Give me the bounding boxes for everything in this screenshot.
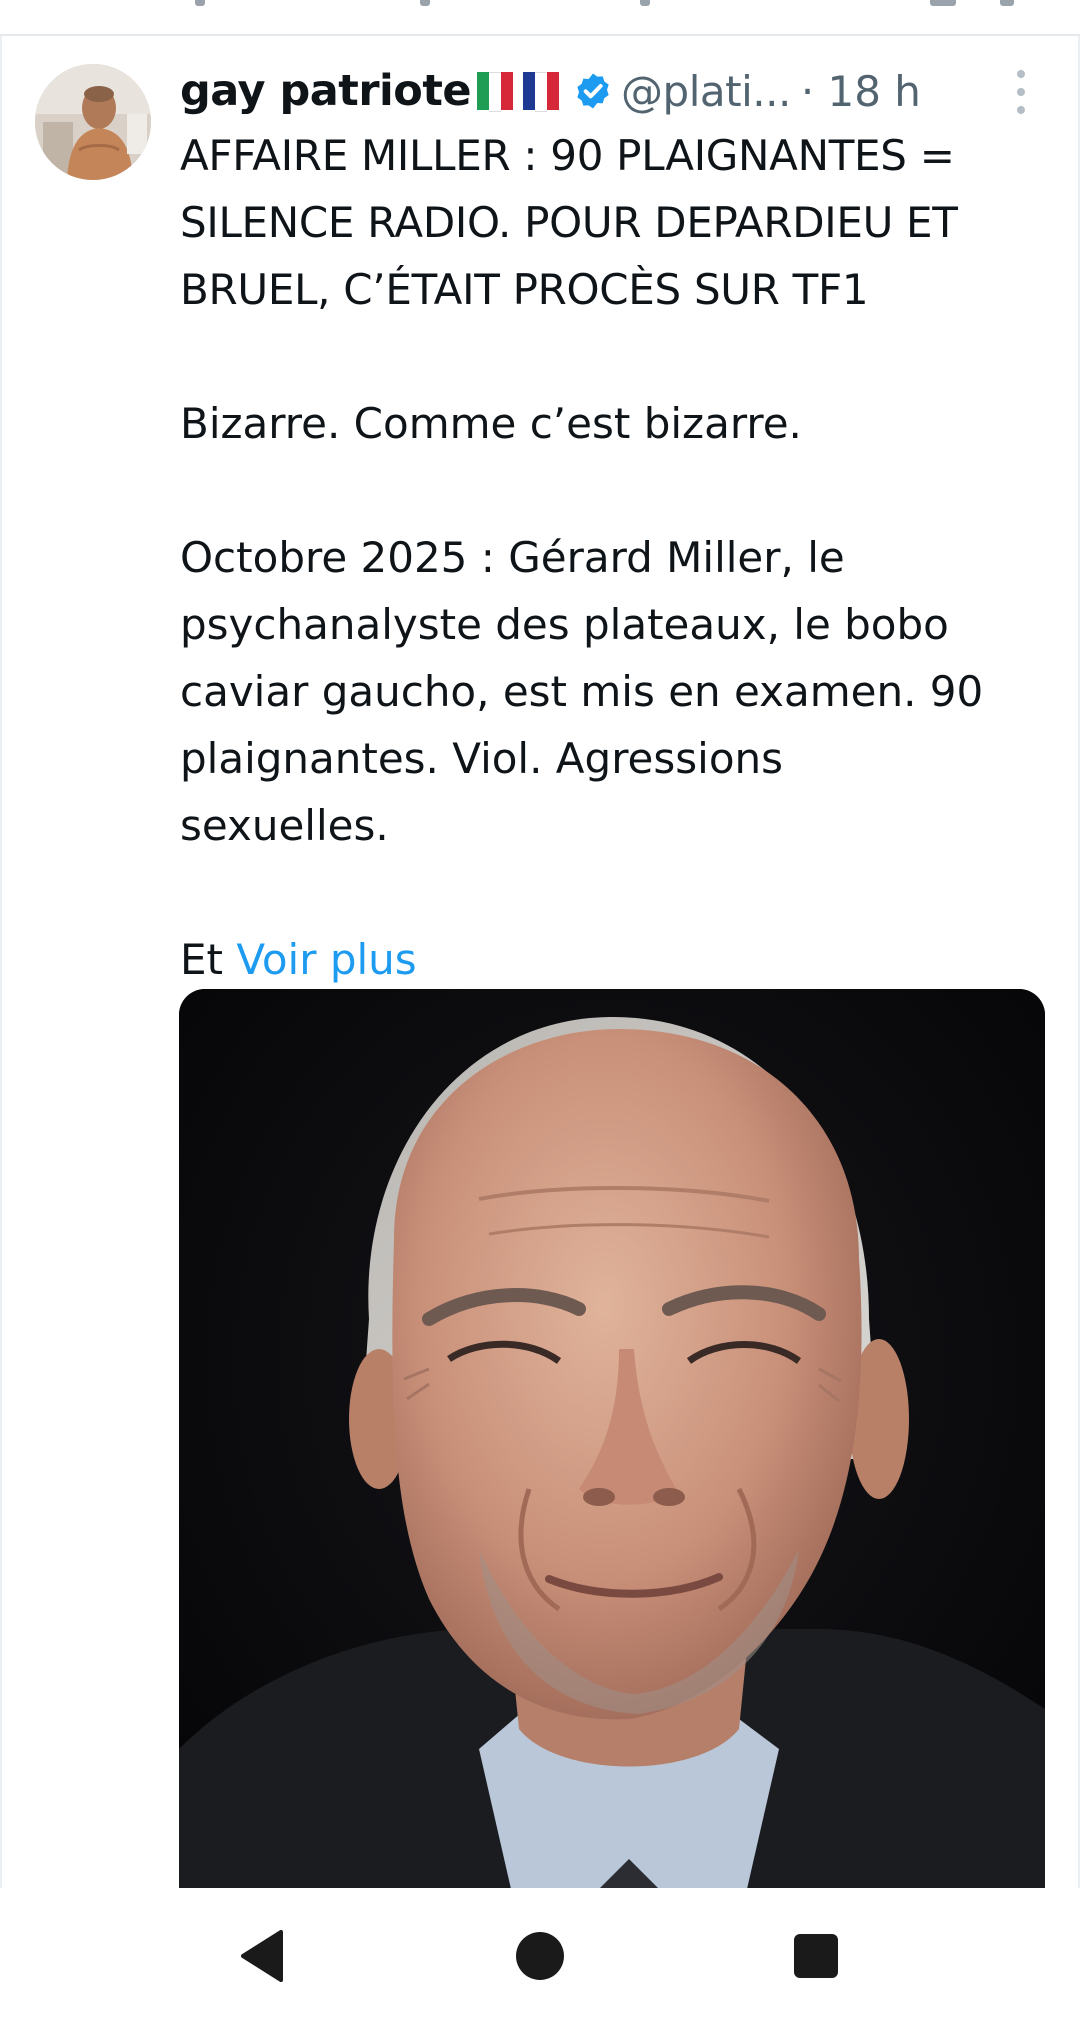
timestamp[interactable]: · 18 h [801,67,921,116]
italy-flag-icon [477,72,514,112]
tweet-media-photo[interactable] [179,989,1045,1924]
display-name[interactable]: gay patriote [180,66,472,116]
home-circle-icon[interactable] [508,1924,572,1988]
tweet-text: AFFAIRE MILLER : 90 PLAIGNANTES = SILENC… [180,122,1060,993]
verified-badge-icon [577,73,609,109]
back-triangle-icon[interactable] [231,1924,295,1988]
paragraph-bizarre: Bizarre. Comme c’est bizarre. [180,399,802,448]
headline-line-2: SILENCE RADIO. POUR DEPARDIEU ET [180,198,958,247]
avatar-photo [35,64,151,180]
system-navigation-bar [0,1888,1080,2024]
france-flag-icon [523,72,560,112]
portrait-photo [179,989,1045,1924]
recents-square-icon[interactable] [784,1924,848,1988]
headline-line-3: BRUEL, C’ÉTAIT PROCÈS SUR TF1 [180,265,869,314]
more-vertical-icon[interactable] [1008,64,1034,120]
tweet-header: gay patriote @plati... · 18 h [180,56,1050,126]
previous-tweet-bottom-edge [0,0,1080,36]
paragraph-line-2: psychanalyste des plateaux, le bobo [180,600,949,649]
flag-emojis [473,72,560,112]
avatar[interactable] [35,64,151,180]
user-handle[interactable]: @plati... [621,67,791,116]
paragraph-line-3: caviar gaucho, est mis en examen. 90 [180,667,984,716]
paragraph-line-1: Octobre 2025 : Gérard Miller, le [180,533,845,582]
see-more-link[interactable]: Voir plus [236,935,416,984]
tweet-card[interactable]: gay patriote @plati... · 18 h AFFAIRE MI… [0,36,1080,1924]
paragraph-line-5: sexuelles. [180,801,389,850]
headline-line-1: AFFAIRE MILLER : 90 PLAIGNANTES = [180,131,955,180]
paragraph-line-4: plaignantes. Viol. Agressions [180,734,784,783]
truncated-prefix: Et [180,935,224,984]
truncated-line: Et Voir plus [180,926,1060,993]
